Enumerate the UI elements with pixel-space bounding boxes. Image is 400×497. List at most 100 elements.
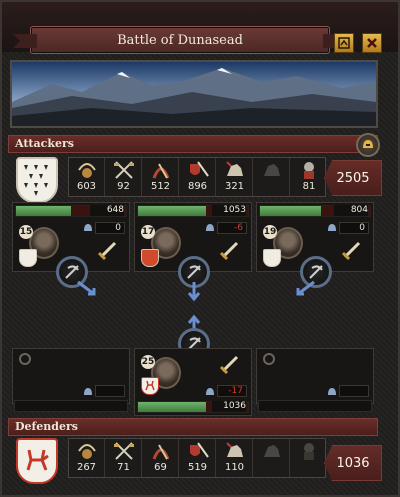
defender-center-flank[interactable]: 25 -17 1036	[134, 348, 252, 416]
defender-left-morale	[95, 385, 125, 397]
attacker-light-infantry-count: 92	[117, 181, 130, 192]
morale-helmet-icon	[328, 224, 336, 231]
defenders-header: Defenders	[8, 418, 378, 436]
right-flank-shield-icon	[263, 249, 281, 267]
attacker-unit-archers[interactable]: 603	[69, 158, 105, 196]
morale-helmet-icon	[84, 224, 92, 231]
attack-sword-icon	[97, 241, 117, 261]
pikemen-icon	[152, 163, 169, 179]
commander-button[interactable]	[356, 133, 380, 157]
defender-right-morale	[339, 385, 369, 397]
attacker-unit-special[interactable]: 81	[291, 158, 327, 196]
attackers-header: Attackers	[8, 135, 378, 153]
down-arrow-icon	[187, 282, 201, 302]
defender-unit-archers[interactable]: 267	[69, 439, 105, 477]
defender-unit-heavy-infantry[interactable]: 519	[180, 439, 216, 477]
center-flank-strength-bar: 1053	[137, 205, 249, 217]
attacker-unit-pikemen[interactable]: 512	[143, 158, 179, 196]
attacker-special-count: 81	[302, 181, 316, 192]
mountain-landscape	[12, 62, 376, 126]
heavy-infantry-icon	[189, 161, 209, 177]
right-flank-morale: 0	[339, 222, 369, 234]
light-infantry-icon	[113, 161, 134, 179]
left-flank-commander-level: 15	[19, 225, 33, 239]
defender-center-strength-fill	[138, 402, 206, 412]
knights-icon	[263, 164, 280, 176]
attack-sword-icon	[219, 241, 239, 261]
center-flank-morale: -6	[217, 222, 247, 234]
defender-pikemen-count: 69	[154, 462, 167, 473]
crossbow-icon	[309, 265, 323, 279]
defender-archers-count: 267	[76, 462, 97, 473]
heavy-infantry-icon	[189, 442, 209, 458]
defender-unit-knights[interactable]	[254, 439, 290, 477]
archer-icon	[77, 163, 96, 178]
attacker-unit-light-cavalry[interactable]: 321	[217, 158, 253, 196]
window-title: Battle of Dunasead	[117, 32, 243, 48]
defender-light-cavalry-count: 110	[224, 462, 245, 473]
left-flank-strength: 648	[90, 205, 124, 216]
attacker-unit-light-infantry[interactable]: 92	[106, 158, 142, 196]
defender-center-morale: -17	[217, 385, 247, 397]
defenders-label: Defenders	[15, 420, 78, 433]
battle-landscape-image	[10, 60, 378, 128]
close-button[interactable]	[362, 33, 382, 53]
defender-unit-strip: 267 71 69 519 110	[68, 438, 326, 478]
special-unit-icon	[304, 162, 314, 179]
defender-unit-pikemen[interactable]: 69	[143, 439, 179, 477]
defender-right-flank[interactable]	[256, 348, 374, 404]
defender-left-strength-bar	[14, 400, 128, 412]
defender-center-strength: 1036	[212, 401, 246, 412]
defender-flank-shield-icon	[141, 377, 159, 395]
left-flank-strength-bar: 648	[15, 205, 127, 217]
left-flank-strength-fill	[16, 206, 71, 216]
defender-unit-light-infantry[interactable]: 71	[106, 439, 142, 477]
red-stag-shield-icon	[26, 449, 49, 471]
attack-sword-icon	[219, 355, 239, 375]
empty-flank-marker	[263, 353, 275, 365]
left-flank-morale: 0	[95, 222, 125, 234]
right-flank-strength: 804	[334, 205, 368, 216]
attacker-light-cavalry-count: 321	[224, 181, 245, 192]
archer-icon	[77, 444, 96, 459]
helmet-icon	[363, 140, 373, 148]
defender-coat-of-arms[interactable]	[16, 438, 58, 484]
empty-flank-marker	[19, 353, 31, 365]
knights-icon	[263, 445, 280, 457]
special-unit-icon	[304, 443, 314, 460]
light-cavalry-icon	[225, 161, 243, 176]
red-deer-icon	[145, 380, 155, 391]
center-flank-commander-level: 17	[141, 225, 155, 239]
defender-unit-light-cavalry[interactable]: 110	[217, 439, 253, 477]
right-flank-strength-fill	[260, 206, 321, 216]
defender-unit-special[interactable]	[291, 439, 327, 477]
battle-info-button[interactable]	[334, 33, 354, 53]
defender-center-strength-bar: 1036	[137, 401, 249, 413]
attacker-heavy-infantry-count: 896	[187, 181, 208, 192]
crossbow-icon	[187, 265, 201, 279]
battle-info-icon	[338, 37, 350, 49]
attacker-unit-knights[interactable]	[254, 158, 290, 196]
defender-left-flank[interactable]	[12, 348, 130, 404]
attacker-archers-count: 603	[76, 181, 97, 192]
attacker-unit-heavy-infantry[interactable]: 896	[180, 158, 216, 196]
defender-right-strength-bar	[258, 400, 372, 412]
ermine-shield-icon	[24, 165, 48, 196]
attacker-total-value: 2505	[336, 170, 370, 186]
center-flank-strength-fill	[138, 206, 206, 216]
right-flank-strength-bar: 804	[259, 205, 371, 217]
morale-helmet-icon	[84, 388, 92, 395]
title-banner: Battle of Dunasead	[30, 26, 330, 54]
defender-commander-level: 25	[141, 355, 155, 369]
defender-total-value: 1036	[336, 455, 370, 471]
defender-total: 1036	[324, 445, 382, 481]
attacker-unit-strip: 603 92 512 896 321 81	[68, 157, 326, 197]
attacker-total: 2505	[324, 160, 382, 196]
attacker-coat-of-arms[interactable]	[16, 157, 58, 203]
crossbow-icon	[65, 265, 79, 279]
center-flank-shield-icon	[141, 249, 159, 267]
light-infantry-icon	[113, 442, 134, 460]
morale-helmet-icon	[206, 388, 214, 395]
close-icon	[367, 38, 377, 48]
left-arrow-icon	[77, 280, 96, 296]
